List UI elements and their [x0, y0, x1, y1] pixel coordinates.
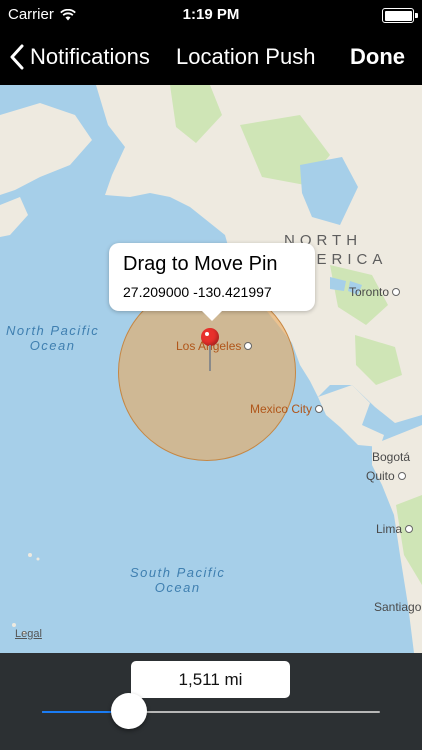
city-quito: Quito: [366, 469, 406, 483]
city-dot: [405, 525, 414, 533]
back-button[interactable]: Notifications: [10, 40, 150, 74]
city-dot: [392, 288, 401, 296]
callout-coordinates: 27.209000 -130.421997: [123, 284, 272, 300]
legal-link[interactable]: Legal: [15, 628, 42, 640]
navigation-bar: Notifications Location Push Done: [0, 30, 422, 85]
chevron-left-icon: [10, 44, 24, 70]
label-north-pacific: North Pacific Ocean: [6, 323, 100, 353]
callout-title: Drag to Move Pin: [123, 253, 278, 275]
city-bogota: Bogotá: [372, 450, 410, 464]
back-button-label: Notifications: [30, 44, 150, 69]
clock: 1:19 PM: [182, 6, 240, 23]
radius-slider[interactable]: [42, 693, 380, 729]
city-lima: Lima: [376, 522, 414, 536]
city-label-mexico-city: Mexico City: [250, 402, 313, 416]
status-bar: Carrier 1:19 PM: [0, 0, 422, 30]
city-dot: [244, 342, 253, 350]
radius-controls: 1,511 mi: [0, 653, 422, 750]
distance-display: 1,511 mi: [131, 661, 290, 698]
city-mexico-city: Mexico City: [250, 402, 324, 416]
pin-needle: [209, 345, 211, 371]
city-toronto: Toronto: [349, 285, 401, 299]
city-label-santiago: Santiago: [374, 600, 422, 614]
city-santiago: Santiago: [374, 600, 422, 614]
pin-callout: Drag to Move Pin 27.209000 -130.421997: [109, 243, 315, 321]
city-label-bogota: Bogotá: [372, 450, 411, 464]
page-title: Location Push: [176, 44, 316, 69]
pin-head: [201, 328, 219, 346]
city-label-quito: Quito: [366, 469, 395, 483]
city-dot: [397, 472, 406, 480]
city-dot: [315, 405, 324, 413]
done-button[interactable]: Done: [350, 44, 405, 70]
battery-icon: [382, 8, 418, 23]
city-label-lima: Lima: [376, 522, 403, 536]
city-label-toronto: Toronto: [349, 285, 390, 299]
map-view[interactable]: North Pacific Ocean South Pacific Ocean …: [0, 85, 422, 653]
map-pin-icon[interactable]: [201, 328, 219, 374]
slider-thumb[interactable]: [111, 693, 147, 729]
label-south-pacific: South Pacific Ocean: [130, 565, 226, 595]
